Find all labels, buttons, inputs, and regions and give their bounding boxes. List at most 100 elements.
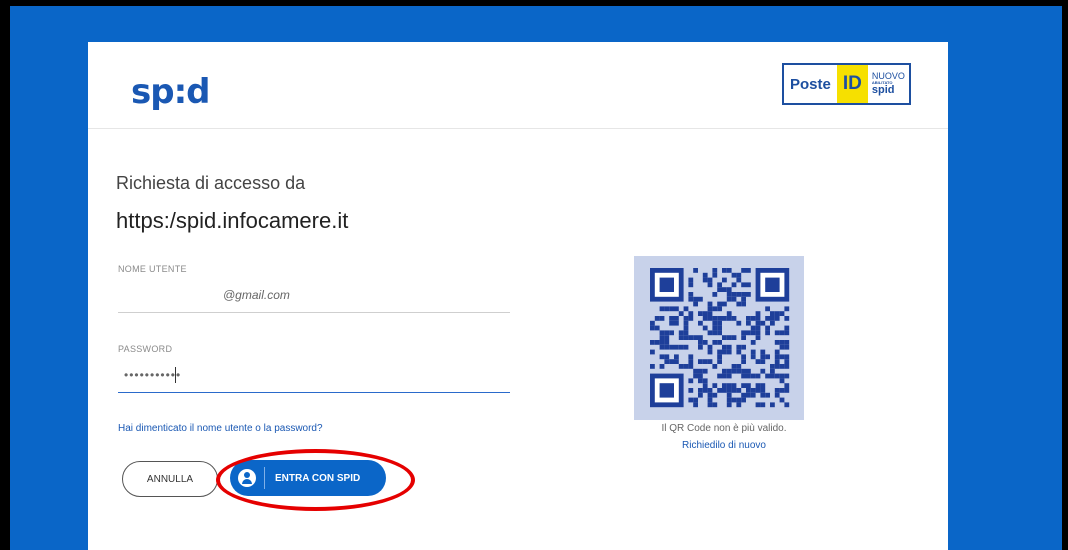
qr-module xyxy=(741,268,746,273)
qr-module xyxy=(731,368,737,374)
qr-module xyxy=(736,402,742,408)
qr-module xyxy=(760,383,766,388)
qr-module xyxy=(750,340,756,345)
qr-module xyxy=(664,344,670,350)
qr-module xyxy=(750,392,756,398)
qr-module xyxy=(669,359,674,364)
qr-module xyxy=(750,316,756,321)
qr-module xyxy=(784,340,790,345)
qr-module xyxy=(726,292,732,297)
qr-module xyxy=(664,359,670,364)
qr-retry-link[interactable]: Richiedilo di nuovo xyxy=(634,440,814,451)
qr-module xyxy=(784,364,790,369)
qr-module xyxy=(698,392,703,398)
qr-module xyxy=(688,397,694,403)
posteid-spid-text: spid xyxy=(871,84,895,96)
username-field[interactable]: @gmail.com xyxy=(118,282,510,313)
qr-module xyxy=(741,392,746,398)
qr-module xyxy=(750,349,756,355)
qr-module xyxy=(683,316,689,321)
qr-module xyxy=(669,320,674,326)
qr-module xyxy=(726,373,732,379)
qr-module xyxy=(688,282,694,288)
qr-module xyxy=(755,373,761,379)
forgot-credentials-link[interactable]: Hai dimenticato il nome utente o la pass… xyxy=(118,423,323,434)
qr-module xyxy=(722,316,727,321)
qr-module xyxy=(712,268,718,273)
qr-module xyxy=(784,316,790,321)
qr-module xyxy=(674,354,679,360)
qr-module xyxy=(707,349,713,355)
qr-module xyxy=(702,388,708,393)
qr-module xyxy=(722,383,727,388)
qr-module xyxy=(707,277,713,283)
qr-module xyxy=(765,306,770,312)
qr-module xyxy=(717,354,722,360)
qr-module xyxy=(717,301,722,307)
qr-module xyxy=(702,316,708,321)
qr-module xyxy=(688,296,694,302)
password-field[interactable]: ••••••••••• xyxy=(118,362,510,393)
qr-module xyxy=(736,301,742,307)
qr-module xyxy=(712,320,718,326)
qr-module xyxy=(712,340,718,345)
qr-module xyxy=(698,320,703,326)
qr-module xyxy=(650,364,655,369)
qr-module xyxy=(746,368,751,374)
qr-module xyxy=(755,325,761,331)
qr-module xyxy=(717,349,722,355)
qr-module xyxy=(736,292,742,297)
screen-background: sp:d Poste ID NUOVO ABILITATO spid Richi… xyxy=(10,6,1062,550)
qr-module xyxy=(707,330,713,336)
qr-module xyxy=(707,392,713,398)
qr-module xyxy=(755,330,761,336)
qr-module xyxy=(717,325,722,331)
qr-module xyxy=(688,292,694,297)
qr-module xyxy=(707,306,713,312)
qr-module xyxy=(726,383,732,388)
qr-module xyxy=(746,388,751,393)
qr-module xyxy=(765,325,770,331)
cancel-button[interactable]: ANNULLA xyxy=(122,461,218,497)
qr-module xyxy=(760,368,766,374)
qr-module xyxy=(726,349,732,355)
qr-module xyxy=(741,344,746,350)
text-cursor xyxy=(175,367,176,383)
qr-module xyxy=(698,388,703,393)
qr-module xyxy=(760,349,766,355)
qr-module xyxy=(746,392,751,398)
qr-module xyxy=(726,388,732,393)
qr-module xyxy=(669,306,674,312)
qr-module xyxy=(712,306,718,312)
qr-module xyxy=(774,354,780,360)
qr-module xyxy=(693,335,698,340)
username-label: NOME UTENTE xyxy=(118,264,187,274)
qr-module xyxy=(683,325,689,331)
qr-module xyxy=(741,292,746,297)
qr-module xyxy=(760,392,766,398)
qr-module xyxy=(683,335,689,340)
qr-module xyxy=(741,368,746,374)
qr-module xyxy=(707,311,713,316)
qr-module xyxy=(659,330,665,336)
qr-module xyxy=(770,316,775,321)
qr-module xyxy=(784,306,790,312)
qr-module xyxy=(722,368,727,374)
qr-module xyxy=(659,316,665,321)
qr-module xyxy=(779,311,785,316)
qr-module xyxy=(741,359,746,364)
qr-module xyxy=(765,330,770,336)
qr-module xyxy=(712,325,718,331)
qr-module xyxy=(659,354,665,360)
highlight-circle xyxy=(216,449,415,511)
qr-module xyxy=(770,320,775,326)
qr-module xyxy=(770,364,775,369)
qr-module xyxy=(774,330,780,336)
qr-module xyxy=(702,378,708,384)
qr-module xyxy=(731,388,737,393)
qr-module xyxy=(707,359,713,364)
qr-module xyxy=(736,368,742,374)
qr-module xyxy=(779,378,785,384)
qr-module xyxy=(784,383,790,388)
qr-module xyxy=(774,392,780,398)
